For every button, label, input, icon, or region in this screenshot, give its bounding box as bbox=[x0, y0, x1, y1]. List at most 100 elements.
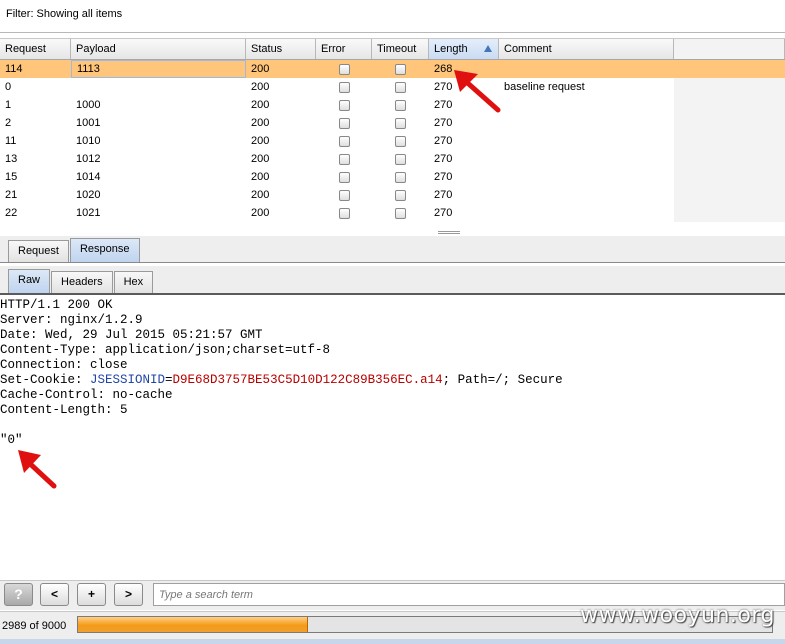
table-row[interactable]: 22 1021 200 270 bbox=[0, 204, 785, 222]
checkbox-icon[interactable] bbox=[395, 153, 406, 165]
timeout-checkbox[interactable] bbox=[372, 96, 429, 114]
sort-ascending-icon bbox=[484, 45, 492, 52]
table-body: 114 1113 200 268 0 200 270 baseline request 1 100… bbox=[0, 60, 785, 222]
column-header-length[interactable]: Length bbox=[429, 39, 499, 59]
table-row[interactable]: 13 1012 200 270 bbox=[0, 150, 785, 168]
request-cell: 13 bbox=[5, 153, 18, 165]
watermark: www.wooyun.org bbox=[580, 603, 775, 628]
error-checkbox[interactable] bbox=[316, 114, 372, 132]
column-header-payload[interactable]: Payload bbox=[71, 39, 246, 59]
checkbox-icon[interactable] bbox=[338, 63, 350, 75]
status-cell: 200 bbox=[251, 81, 270, 93]
response-header-set-cookie: Set-Cookie: JSESSIONID=D9E68D3757BE53C5D… bbox=[0, 373, 785, 388]
length-cell: 268 bbox=[434, 63, 453, 75]
length-cell: 270 bbox=[434, 99, 453, 111]
filler-cell bbox=[674, 78, 785, 96]
response-header-date: Date: Wed, 29 Jul 2015 05:21:57 GMT bbox=[0, 328, 263, 342]
response-header-cache-control: Cache-Control: no-cache bbox=[0, 388, 173, 402]
checkbox-icon[interactable] bbox=[338, 171, 350, 183]
table-row[interactable]: 21 1020 200 270 bbox=[0, 186, 785, 204]
error-checkbox[interactable] bbox=[316, 168, 372, 186]
comment-cell bbox=[499, 60, 674, 78]
comment-cell bbox=[499, 96, 674, 114]
column-header-error[interactable]: Error bbox=[316, 39, 372, 59]
checkbox-icon[interactable] bbox=[338, 81, 350, 93]
status-cell: 200 bbox=[251, 63, 270, 75]
error-checkbox[interactable] bbox=[316, 204, 372, 222]
filler-cell bbox=[674, 150, 785, 168]
checkbox-icon[interactable] bbox=[338, 207, 350, 219]
response-raw-view[interactable]: HTTP/1.1 200 OK Server: nginx/1.2.9 Date… bbox=[0, 297, 785, 582]
length-cell: 270 bbox=[434, 207, 453, 219]
checkbox-icon[interactable] bbox=[395, 207, 406, 219]
checkbox-icon[interactable] bbox=[338, 189, 350, 201]
column-header-request[interactable]: Request bbox=[0, 39, 71, 59]
split-pane-divider[interactable] bbox=[438, 231, 460, 234]
checkbox-icon[interactable] bbox=[395, 189, 406, 201]
table-row[interactable]: 2 1001 200 270 bbox=[0, 114, 785, 132]
table-row[interactable]: 1 1000 200 270 bbox=[0, 96, 785, 114]
response-blank-line bbox=[0, 418, 785, 433]
results-table[interactable]: Request Payload Status Error Timeout Len… bbox=[0, 38, 785, 230]
checkbox-icon[interactable] bbox=[338, 153, 350, 165]
error-checkbox[interactable] bbox=[316, 186, 372, 204]
error-checkbox[interactable] bbox=[316, 96, 372, 114]
checkbox-icon[interactable] bbox=[395, 117, 406, 129]
timeout-checkbox[interactable] bbox=[372, 60, 429, 78]
checkbox-icon[interactable] bbox=[338, 117, 350, 129]
error-checkbox[interactable] bbox=[316, 150, 372, 168]
checkbox-icon[interactable] bbox=[338, 99, 350, 111]
message-tabs: Request Response bbox=[0, 236, 785, 263]
next-match-button[interactable]: > bbox=[114, 583, 143, 606]
tab-headers[interactable]: Headers bbox=[51, 271, 113, 293]
table-row[interactable]: 114 1113 200 268 bbox=[0, 60, 785, 78]
tab-response[interactable]: Response bbox=[69, 238, 140, 262]
help-button[interactable]: ? bbox=[4, 583, 33, 606]
error-checkbox[interactable] bbox=[316, 60, 372, 78]
previous-match-button[interactable]: < bbox=[40, 583, 69, 606]
filter-bar[interactable]: Filter: Showing all items bbox=[0, 0, 785, 33]
response-body: "0" bbox=[0, 433, 23, 447]
comment-cell bbox=[499, 150, 674, 168]
error-checkbox[interactable] bbox=[316, 132, 372, 150]
timeout-checkbox[interactable] bbox=[372, 132, 429, 150]
cookie-suffix: ; Path=/; Secure bbox=[442, 373, 563, 387]
checkbox-icon[interactable] bbox=[395, 99, 406, 111]
tab-request[interactable]: Request bbox=[8, 240, 69, 262]
table-row[interactable]: 0 200 270 baseline request bbox=[0, 78, 785, 96]
response-header-server: Server: nginx/1.2.9 bbox=[0, 313, 143, 327]
error-checkbox[interactable] bbox=[316, 78, 372, 96]
filler-cell bbox=[674, 96, 785, 114]
timeout-checkbox[interactable] bbox=[372, 168, 429, 186]
response-header-connection: Connection: close bbox=[0, 358, 128, 372]
checkbox-icon[interactable] bbox=[395, 63, 406, 75]
checkbox-icon[interactable] bbox=[338, 135, 350, 147]
checkbox-icon[interactable] bbox=[395, 171, 406, 183]
table-row[interactable]: 11 1010 200 270 bbox=[0, 132, 785, 150]
view-tabs: Raw Headers Hex bbox=[0, 266, 785, 295]
column-header-filler bbox=[674, 39, 785, 59]
column-header-timeout[interactable]: Timeout bbox=[372, 39, 429, 59]
payload-cell: 1012 bbox=[76, 153, 101, 165]
checkbox-icon[interactable] bbox=[395, 135, 406, 147]
tab-hex[interactable]: Hex bbox=[113, 271, 154, 293]
timeout-checkbox[interactable] bbox=[372, 78, 429, 96]
tab-raw[interactable]: Raw bbox=[8, 269, 51, 293]
column-header-comment[interactable]: Comment bbox=[499, 39, 674, 59]
timeout-checkbox[interactable] bbox=[372, 204, 429, 222]
status-cell: 200 bbox=[251, 135, 270, 147]
payload-cell: 1014 bbox=[76, 171, 101, 183]
request-cell: 22 bbox=[5, 207, 18, 219]
timeout-checkbox[interactable] bbox=[372, 186, 429, 204]
timeout-checkbox[interactable] bbox=[372, 150, 429, 168]
table-row[interactable]: 15 1014 200 270 bbox=[0, 168, 785, 186]
comment-cell bbox=[499, 186, 674, 204]
column-header-length-label: Length bbox=[434, 43, 468, 55]
add-button[interactable]: + bbox=[77, 583, 106, 606]
column-header-status[interactable]: Status bbox=[246, 39, 316, 59]
timeout-checkbox[interactable] bbox=[372, 114, 429, 132]
checkbox-icon[interactable] bbox=[395, 81, 406, 93]
request-cell: 11 bbox=[5, 135, 17, 147]
request-cell: 114 bbox=[5, 63, 23, 75]
length-cell: 270 bbox=[434, 81, 453, 93]
